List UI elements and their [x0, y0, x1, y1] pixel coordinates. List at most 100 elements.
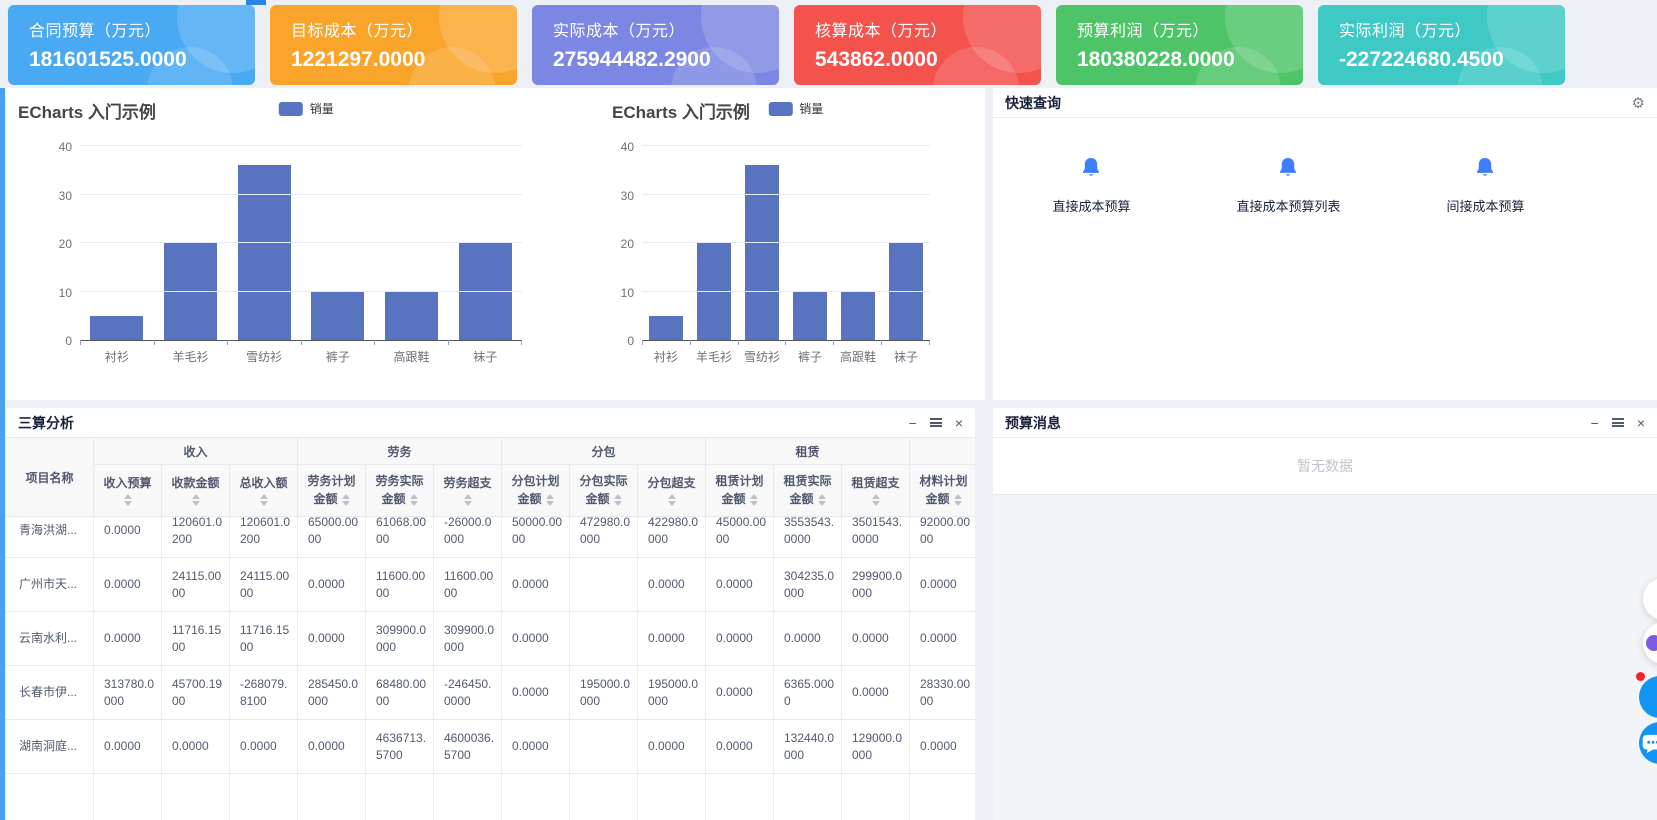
column-header[interactable]: 劳务超支 [434, 465, 502, 517]
column-header[interactable]: 劳务计划金额 [298, 465, 366, 517]
quick-link-indirect-cost-budget[interactable]: 间接成本预算 [1387, 154, 1584, 215]
sort-caret-icon[interactable] [668, 494, 676, 506]
category-band [154, 146, 228, 340]
close-icon[interactable]: × [955, 416, 963, 430]
sort-caret-icon[interactable] [464, 494, 472, 506]
column-header[interactable]: 劳务实际金额 [366, 465, 434, 517]
bar [889, 243, 924, 340]
value-cell: -26000.0000 [434, 517, 502, 558]
value-cell: 11600.0000 [366, 558, 434, 612]
sort-caret-icon[interactable] [614, 494, 622, 506]
legend[interactable]: 销量 [768, 100, 823, 117]
quick-link-direct-cost-budget[interactable]: 直接成本预算 [993, 154, 1190, 215]
column-header[interactable]: 分包超支 [638, 465, 706, 517]
x-axis-label: 袜子 [448, 348, 522, 365]
value-cell: 0.0000 [706, 666, 774, 720]
column-header[interactable]: 分包计划金额 [502, 465, 570, 517]
close-icon[interactable]: × [1637, 416, 1645, 430]
kpi-title: 实际成本（万元） [553, 17, 779, 41]
column-header[interactable]: 材料计划金额 [910, 465, 975, 517]
column-group-header: 收入 [94, 438, 298, 465]
column-group-header: 劳务 [298, 438, 502, 465]
category-band [786, 146, 834, 340]
value-cell: 299900.0000 [842, 558, 910, 612]
gridline [642, 242, 930, 243]
bar [697, 243, 732, 340]
value-cell: 195000.0000 [570, 666, 638, 720]
column-header[interactable]: 租赁计划金额 [706, 465, 774, 517]
gear-icon[interactable]: ⚙ [1632, 94, 1645, 112]
sort-caret-icon[interactable] [342, 494, 350, 506]
chat-bubble-icon [1640, 730, 1657, 756]
value-cell: 3553543.0000 [774, 517, 842, 558]
sort-caret-icon[interactable] [260, 494, 268, 506]
value-cell: 0.0000 [638, 558, 706, 612]
column-header[interactable]: 租赁超支 [842, 465, 910, 517]
kpi-title: 核算成本（万元） [815, 17, 1041, 41]
kpi-card-contract-budget: 合同预算（万元） 181601525.0000 [8, 5, 255, 85]
column-header[interactable]: 总收入额 [230, 465, 298, 517]
y-axis-tick-label: 40 [596, 140, 634, 154]
panel-title: 快速查询 [1005, 93, 1061, 113]
value-cell: 11716.1500 [162, 612, 230, 666]
quick-link-label: 直接成本预算 [993, 196, 1190, 215]
sort-caret-icon[interactable] [872, 494, 880, 506]
quick-link-label: 间接成本预算 [1387, 196, 1584, 215]
minimize-icon[interactable]: − [1591, 416, 1599, 430]
kpi-card-actual-profit: 实际利润（万元） -227224680.4500 [1318, 5, 1565, 85]
budget-messages-panel: 预算消息 − × 暂无数据 [993, 408, 1657, 820]
category-band [80, 146, 154, 340]
minimize-icon[interactable]: − [909, 416, 917, 430]
y-axis-tick-label: 0 [34, 334, 72, 348]
gridline [642, 194, 930, 195]
gridline [642, 145, 930, 146]
gridline [80, 291, 522, 292]
bar [238, 165, 291, 340]
kpi-value: 180380228.0000 [1077, 48, 1303, 72]
value-cell: 0.0000 [638, 612, 706, 666]
x-axis-label: 衬衫 [80, 348, 154, 365]
kpi-card-budget-profit: 预算利润（万元） 180380228.0000 [1056, 5, 1303, 85]
legend[interactable]: 销量 [279, 100, 334, 117]
legend-chip [768, 102, 792, 116]
project-name-cell: 湖南洞庭... [6, 720, 94, 774]
sort-caret-icon[interactable] [546, 494, 554, 506]
purple-dot-icon [1646, 635, 1657, 651]
kpi-cards-row: 合同预算（万元） 181601525.0000 目标成本（万元） 1221297… [8, 5, 1565, 85]
value-cell: 309900.0000 [434, 612, 502, 666]
menu-icon[interactable] [1612, 418, 1624, 427]
sort-caret-icon[interactable] [124, 494, 132, 506]
kpi-card-actual-cost: 实际成本（万元） 275944482.2900 [532, 5, 779, 85]
column-header[interactable]: 租赁实际金额 [774, 465, 842, 517]
kpi-title: 预算利润（万元） [1077, 17, 1303, 41]
sort-caret-icon[interactable] [410, 494, 418, 506]
value-cell: 309900.0000 [366, 612, 434, 666]
menu-icon[interactable] [930, 418, 942, 427]
x-axis-label: 羊毛衫 [690, 348, 738, 365]
column-header[interactable]: 分包实际金额 [570, 465, 638, 517]
column-group-header [910, 438, 975, 465]
column-header[interactable]: 收款金额 [162, 465, 230, 517]
kpi-value: 1221297.0000 [291, 48, 517, 72]
bar-chart-2: ECharts 入门示例 销量 衬衫羊毛衫雪纺衫裤子高跟鞋袜子 01020304… [600, 88, 985, 400]
left-edge-strip [0, 88, 5, 820]
category-band [448, 146, 522, 340]
quick-link-direct-cost-budget-list[interactable]: 直接成本预算列表 [1190, 154, 1387, 215]
value-cell [774, 774, 842, 820]
value-cell: 0.0000 [94, 558, 162, 612]
kpi-value: 543862.0000 [815, 48, 1041, 72]
gridline [642, 291, 930, 292]
sort-caret-icon[interactable] [192, 494, 200, 506]
kpi-title: 实际利润（万元） [1339, 17, 1565, 41]
gridline [80, 242, 522, 243]
bar [841, 292, 876, 341]
sort-caret-icon[interactable] [954, 494, 962, 506]
sort-caret-icon[interactable] [818, 494, 826, 506]
sort-caret-icon[interactable] [750, 494, 758, 506]
value-cell: 3501543.0000 [842, 517, 910, 558]
value-cell: 4636713.5700 [366, 720, 434, 774]
table-body[interactable]: 青海洪湖...0.0000120601.0200120601.020065000… [6, 517, 975, 820]
category-band [375, 146, 449, 340]
panel-title: 预算消息 [1005, 413, 1061, 433]
column-header[interactable]: 收入预算 [94, 465, 162, 517]
